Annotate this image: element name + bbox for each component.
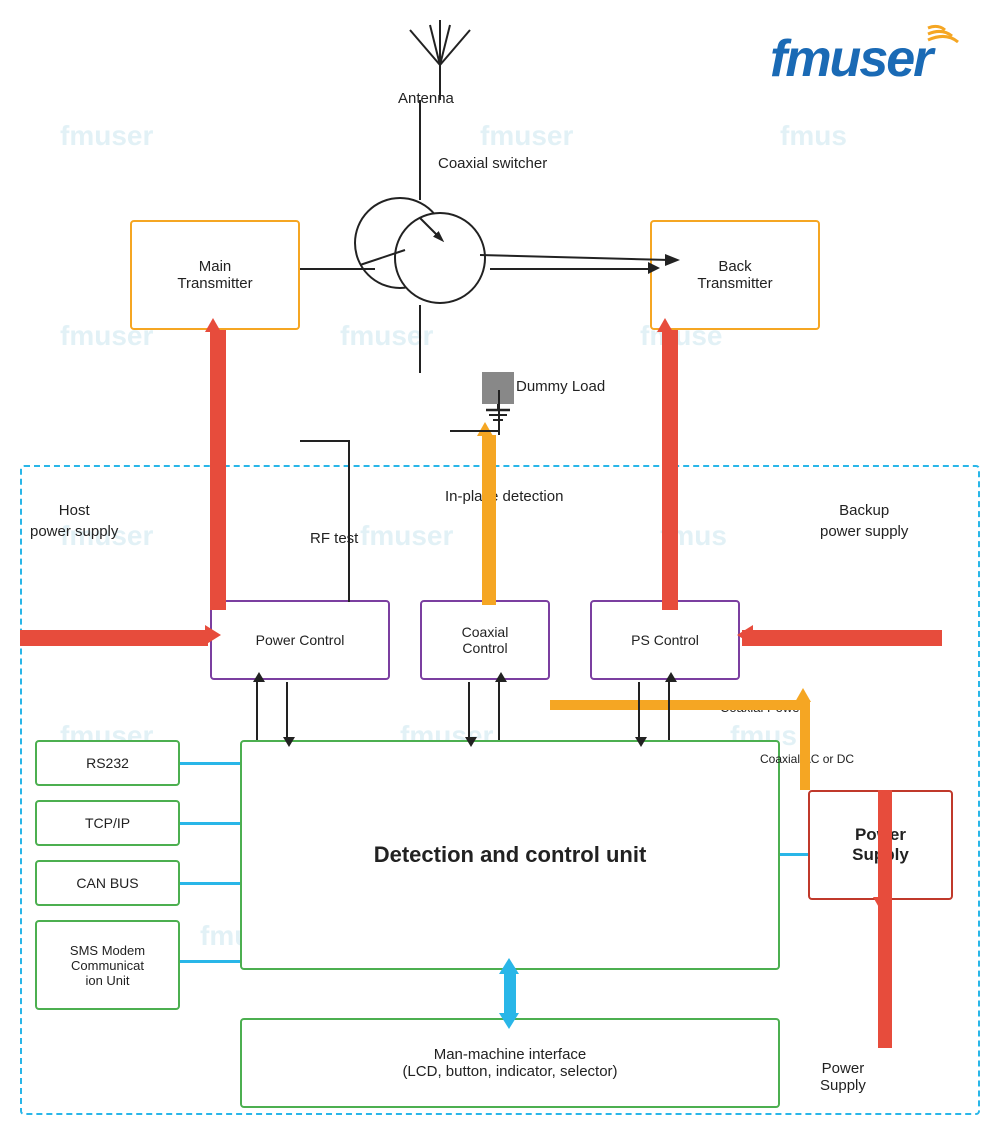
arrowhead-right-left	[737, 625, 753, 645]
arrowhead-cc-down	[465, 737, 477, 747]
arrowhead-yellow-up	[477, 422, 493, 436]
arrowhead-yellow-power	[795, 688, 811, 702]
yellow-arrow-up	[482, 435, 496, 605]
main-transmitter-box: Main Transmitter	[130, 220, 300, 330]
black-arrow-ps-down	[638, 682, 640, 740]
arrowhead-main-up	[205, 318, 221, 332]
red-arrow-back-down	[662, 330, 678, 610]
blue-detect-ps-line	[780, 853, 808, 856]
backup-power-supply-label: Backuppower supply	[820, 500, 908, 542]
red-arrow-right-horiz	[742, 630, 942, 646]
watermark-1: fmuser	[60, 120, 153, 152]
blue-rs232-line	[180, 762, 240, 765]
svg-text:fmuser: fmuser	[770, 30, 936, 88]
detection-control-box: Detection and control unit	[240, 740, 780, 970]
red-arrow-left-horiz	[20, 630, 208, 646]
fmuser-logo: fmuser	[770, 18, 970, 88]
coaxial-switcher-label: Coaxial switcher	[438, 155, 547, 172]
line-dummy-cc	[498, 390, 500, 435]
man-machine-box: Man-machine interface (LCD, button, indi…	[240, 1018, 780, 1108]
rs232-box: RS232	[35, 740, 180, 786]
blue-arrow-vert	[504, 970, 516, 1018]
black-arrow-cc-down	[468, 682, 470, 740]
arrowhead-pc-down	[283, 737, 295, 747]
watermark-2: fmuser	[480, 120, 573, 152]
arrowhead-blue-down	[499, 1013, 519, 1029]
line-switcher-back	[490, 268, 650, 270]
arrowhead-blue-up	[499, 958, 519, 974]
line-switcher-main	[300, 268, 375, 270]
arrowhead-ps-down	[635, 737, 647, 747]
rf-test-horiz	[300, 440, 350, 442]
line-dummy-cc-horiz	[450, 430, 500, 432]
red-arrow-ps-vert	[878, 790, 892, 900]
red-arrow-ps-bottom	[878, 900, 892, 1048]
yellow-vert-power	[800, 700, 810, 790]
antenna-line	[419, 100, 421, 200]
black-arrow-pc-down	[286, 682, 288, 740]
tcp-ip-box: TCP/IP	[35, 800, 180, 846]
rf-test-line	[348, 440, 350, 602]
red-arrow-main-down	[210, 330, 226, 610]
black-arrow-ps-down2	[668, 682, 670, 740]
blue-can-line	[180, 882, 240, 885]
sms-modem-box: SMS Modem Communicat ion Unit	[35, 920, 180, 1010]
coaxial-control-box: Coaxial Control	[420, 600, 550, 680]
arrowhead-pc-up	[253, 672, 265, 682]
host-power-supply-label: Hostpower supply	[30, 500, 118, 542]
logo-area: fmuser	[770, 18, 970, 88]
arrowhead-cc-up	[495, 672, 507, 682]
watermark-3: fmus	[780, 120, 847, 152]
black-arrow-pc-down2	[256, 682, 258, 740]
can-bus-box: CAN BUS	[35, 860, 180, 906]
in-place-detection-label: In-place detection	[445, 488, 563, 505]
blue-sms-line	[180, 960, 240, 963]
antenna-label: Antenna	[398, 90, 454, 107]
yellow-horiz-line	[550, 700, 810, 710]
power-control-box: Power Control	[210, 600, 390, 680]
dummy-load-label: Dummy Load	[516, 378, 605, 395]
power-supply-bottom-label: PowerSupply	[820, 1060, 866, 1094]
arrowhead-back	[648, 262, 660, 274]
blue-tcp-line	[180, 822, 240, 825]
arrowhead-left-right	[205, 625, 221, 645]
arrowhead-ps-up	[665, 672, 677, 682]
diagram-container: fmuser fmuser fmus fmuser fmuser fmuse f…	[0, 0, 1000, 1148]
black-arrow-cc-down2	[498, 682, 500, 740]
ps-control-box: PS Control	[590, 600, 740, 680]
rf-test-label: RF test	[310, 530, 358, 547]
